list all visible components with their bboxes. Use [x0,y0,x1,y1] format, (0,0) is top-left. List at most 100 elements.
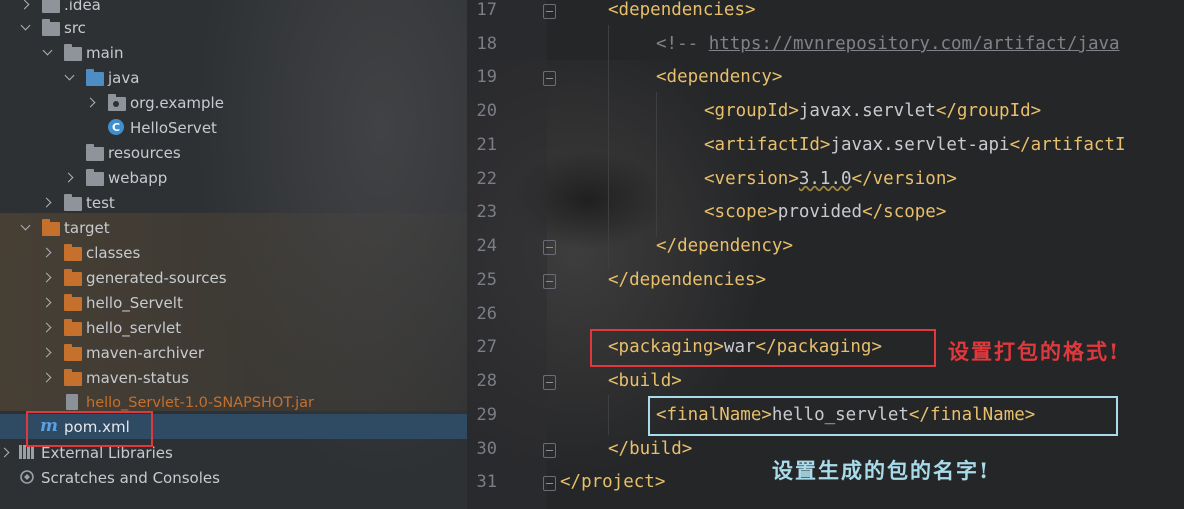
tree-item-label: resources [108,143,181,162]
resources-folder-icon [86,144,104,161]
fold-toggle-icon[interactable] [543,375,556,390]
code-line-28[interactable]: <build> [608,371,682,391]
chevron-right-icon[interactable] [64,173,74,183]
chevron-down-icon[interactable] [20,223,30,233]
line-number: 19 [476,67,497,87]
fold-toggle-icon[interactable] [543,71,556,86]
excluded-folder-icon [42,219,60,236]
package-icon [108,94,126,111]
line-number: 20 [476,101,497,121]
comment-link[interactable]: https://mvnrepository.com/artifact/java [709,34,1120,54]
line-number: 26 [476,304,497,324]
fold-toggle-icon[interactable] [543,476,556,491]
line-number: 30 [476,439,497,459]
chevron-right-icon[interactable] [42,348,52,358]
tree-item-test[interactable]: test [0,190,467,215]
line-number: 28 [476,371,497,391]
folder-icon [64,194,82,211]
folder-icon [42,0,60,13]
tree-item-label: webapp [108,168,168,187]
fold-toggle-icon[interactable] [543,443,556,458]
folder-icon [64,44,82,61]
code-line-25[interactable]: </dependencies> [608,270,766,290]
code-line-30[interactable]: </build> [608,439,692,459]
indent-guide [656,92,657,237]
tree-item-generated-sources[interactable]: generated-sources [0,265,467,290]
scratches-icon [20,470,34,484]
tree-item-target[interactable]: target [0,215,467,240]
chevron-right-icon[interactable] [42,323,52,333]
folder-icon [86,169,104,186]
tree-item-label: org.example [130,93,224,112]
finalname-highlight-box [648,396,1118,436]
code-line-20[interactable]: <groupId>javax.servlet</groupId> [704,101,1041,121]
chevron-right-icon[interactable] [42,248,52,258]
chevron-right-icon[interactable] [42,298,52,308]
line-number: 17 [476,0,497,20]
tree-item-java[interactable]: java [0,65,467,90]
tree-item-hello-servlet[interactable]: hello_servlet [0,315,467,340]
code-line-22[interactable]: <version>3.1.0</version> [704,169,957,189]
line-number: 24 [476,236,497,256]
tree-item-label: java [108,68,140,87]
folder-icon [42,19,60,36]
tree-item-src[interactable]: src [0,15,467,40]
tree-item-helloservet[interactable]: C HelloServet [0,115,467,140]
tree-item-label: hello_servlet [86,318,182,337]
finalname-annotation: 设置生成的包的名字! [772,458,991,483]
project-tree-panel: .idea src main java org.example C HelloS… [0,0,467,509]
java-class-icon: C [108,119,124,135]
tree-item-maven-status[interactable]: maven-status [0,365,467,390]
tree-item-maven-archiver[interactable]: maven-archiver [0,340,467,365]
chevron-down-icon[interactable] [20,23,30,33]
line-number: 18 [476,34,497,54]
line-number: 29 [476,405,497,425]
pom-xml-highlight-box [26,411,153,447]
indent-guide [608,25,609,270]
chevron-right-icon[interactable] [42,373,52,383]
code-line-24[interactable]: </dependency> [656,236,793,256]
line-number: 27 [476,337,497,357]
tree-item-org-example[interactable]: org.example [0,90,467,115]
tree-item-label: src [64,18,86,37]
fold-toggle-icon[interactable] [543,4,556,19]
tree-item-main[interactable]: main [0,40,467,65]
chevron-down-icon[interactable] [64,73,74,83]
chevron-down-icon[interactable] [42,48,52,58]
code-line-31[interactable]: </project> [560,472,665,492]
code-line-23[interactable]: <scope>provided</scope> [704,202,946,222]
tree-item-label: maven-archiver [86,343,205,362]
code-editor[interactable]: 17 18 19 20 21 22 23 24 25 26 27 28 29 3… [467,0,1184,509]
tree-item-resources[interactable]: resources [0,140,467,165]
fold-toggle-icon[interactable] [543,240,556,255]
packaging-highlight-box [590,329,936,367]
tree-item-label: .idea [64,0,101,14]
tree-item-webapp[interactable]: webapp [0,165,467,190]
tree-item-label: hello_Servlet-1.0-SNAPSHOT.jar [86,394,314,411]
source-folder-icon [86,69,104,86]
tree-item-classes[interactable]: classes [0,240,467,265]
tree-item-hello-servelt[interactable]: hello_Servelt [0,290,467,315]
code-line-19[interactable]: <dependency> [656,67,782,87]
chevron-right-icon[interactable] [86,98,96,108]
code-line-17[interactable]: <dependencies> [608,0,756,20]
tree-item-label: maven-status [86,368,189,387]
tree-item-label: main [86,43,124,62]
chevron-right-icon[interactable] [0,448,10,458]
line-number: 25 [476,270,497,290]
excluded-folder-icon [64,244,82,261]
indent-guide [608,395,609,435]
line-number: 31 [476,472,497,492]
tree-item-label: target [64,218,110,237]
chevron-right-icon[interactable] [42,273,52,283]
code-line-18[interactable]: <!-- https://mvnrepository.com/artifact/… [656,34,1120,54]
chevron-right-icon[interactable] [20,0,30,10]
chevron-right-icon[interactable] [42,198,52,208]
line-number: 23 [476,202,497,222]
libraries-icon [19,445,37,459]
tree-item-label: HelloServet [130,118,217,137]
code-line-21[interactable]: <artifactId>javax.servlet-api</artifactI [704,135,1125,155]
tree-item-label: hello_Servelt [86,293,183,312]
tree-item-scratches[interactable]: Scratches and Consoles [0,465,467,490]
fold-toggle-icon[interactable] [543,274,556,289]
